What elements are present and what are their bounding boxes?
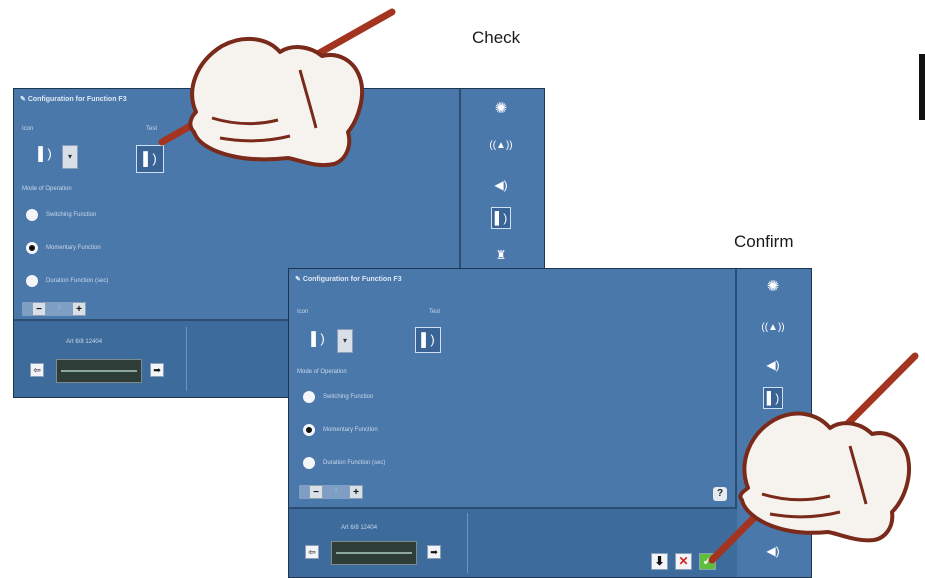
hand-drawing (738, 411, 911, 543)
hand-pen-check-illustration (158, 8, 919, 564)
hand-drawing (188, 36, 365, 168)
